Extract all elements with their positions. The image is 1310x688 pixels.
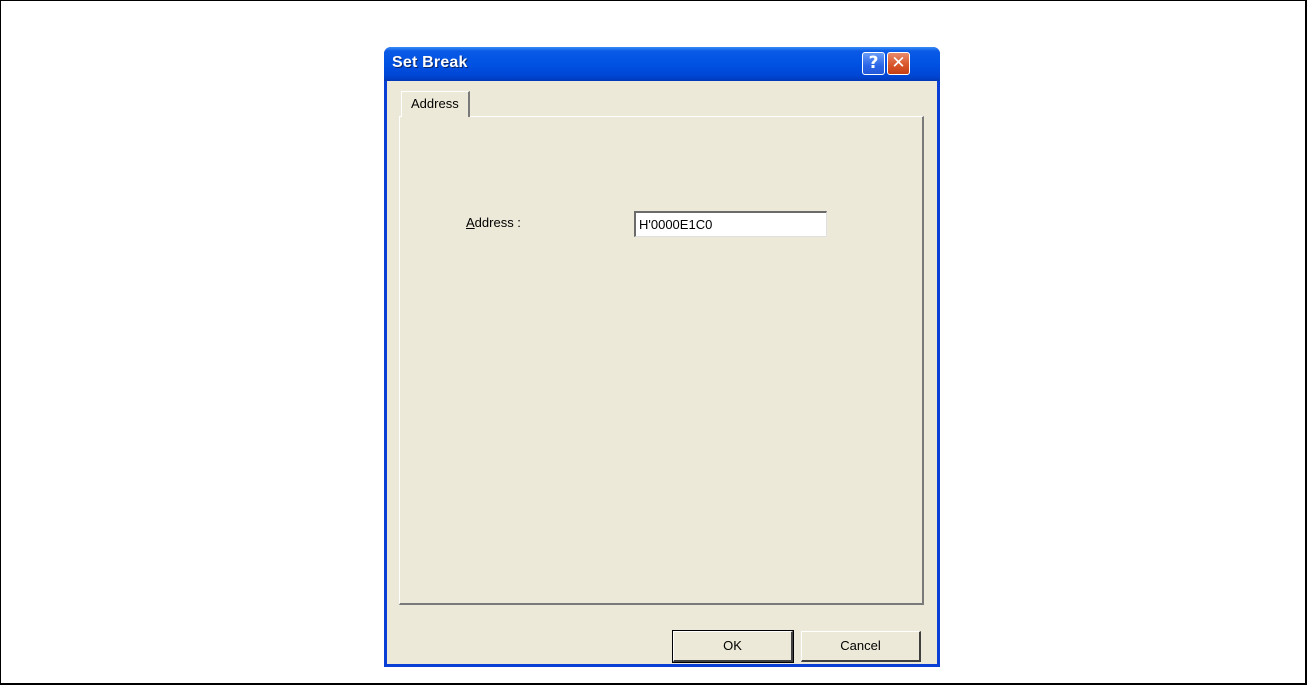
dialog-body: Address Address : OK Cancel: [387, 81, 937, 664]
title-bar[interactable]: Set Break ? ✕: [384, 47, 940, 81]
dialog-title: Set Break: [392, 54, 468, 71]
help-icon[interactable]: ?: [862, 52, 885, 75]
close-icon[interactable]: ✕: [887, 52, 910, 75]
address-input[interactable]: [634, 211, 827, 237]
tab-panel-address: Address :: [399, 116, 924, 605]
address-label-accelerator: A: [466, 215, 475, 230]
set-break-dialog: Set Break ? ✕ Address Address : OK Cance…: [384, 47, 940, 667]
tab-address[interactable]: Address: [401, 91, 470, 117]
cancel-button[interactable]: Cancel: [801, 631, 921, 662]
ok-button[interactable]: OK: [672, 630, 794, 663]
address-label-text: ddress :: [474, 215, 521, 230]
address-label: Address :: [466, 215, 521, 230]
